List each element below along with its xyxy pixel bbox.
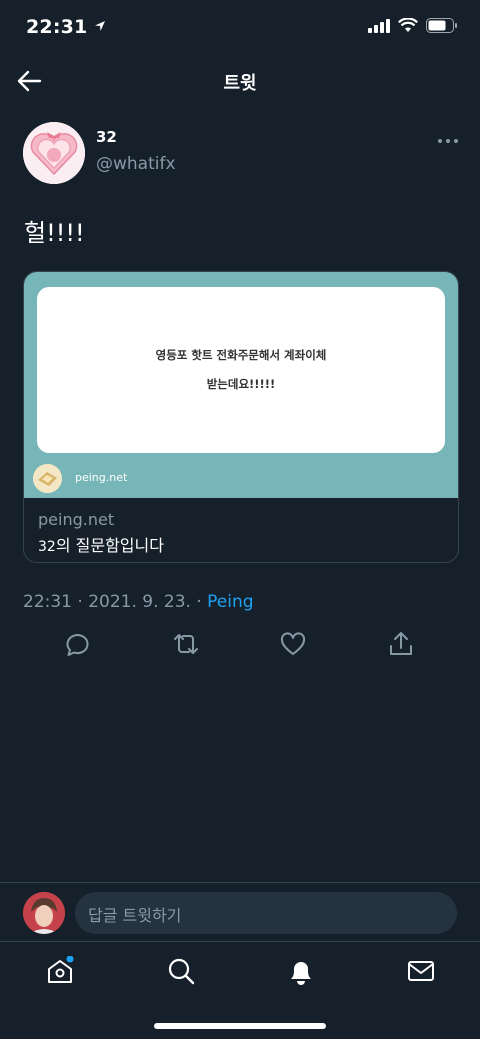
tweet-timestamp: 22:31 · 2021. 9. 23. · bbox=[23, 592, 208, 612]
reply-icon[interactable] bbox=[64, 630, 92, 658]
author-avatar[interactable] bbox=[23, 122, 85, 184]
more-icon[interactable] bbox=[437, 131, 459, 151]
signal-icon bbox=[368, 18, 390, 33]
card-question-line2: 받는데요!!!!! bbox=[206, 377, 276, 391]
author-handle[interactable]: @whatifx bbox=[96, 154, 176, 174]
card-image: 영등포 핫트 전화주문해서 계좌이체 받는데요!!!!! peing.net bbox=[24, 272, 458, 498]
retweet-icon[interactable] bbox=[172, 630, 200, 658]
reply-placeholder[interactable]: 답글 트윗하기 bbox=[88, 902, 181, 926]
location-arrow-icon bbox=[95, 21, 106, 31]
wifi-icon bbox=[398, 18, 418, 32]
battery-icon bbox=[426, 18, 457, 33]
tweet-text: 헐!!!! bbox=[24, 219, 85, 247]
card-title-rest: 의 질문함입니다 bbox=[55, 536, 164, 555]
share-icon[interactable] bbox=[387, 630, 415, 658]
card-title: 32의 질문함입니다 bbox=[38, 532, 164, 556]
author-name[interactable]: 32 bbox=[96, 128, 117, 146]
messages-icon[interactable] bbox=[406, 956, 436, 986]
status-time: 22:31 bbox=[26, 16, 106, 38]
heart-avatar-image bbox=[23, 122, 85, 184]
page-title: 트윗 bbox=[223, 73, 257, 94]
like-icon[interactable] bbox=[279, 630, 307, 658]
card-question-box: 영등포 핫트 전화주문해서 계좌이체 받는데요!!!!! bbox=[37, 287, 445, 453]
tweet-meta: 22:31 · 2021. 9. 23. · Peing bbox=[23, 592, 254, 612]
notifications-icon[interactable] bbox=[286, 956, 316, 986]
card-title-prefix: 32 bbox=[38, 539, 56, 555]
tweet-source-link[interactable]: Peing bbox=[207, 592, 253, 612]
user-avatar[interactable] bbox=[23, 892, 65, 934]
peing-logo-icon bbox=[33, 464, 62, 493]
search-icon[interactable] bbox=[166, 956, 196, 986]
link-card[interactable]: 영등포 핫트 전화주문해서 계좌이체 받는데요!!!!! peing.net p… bbox=[23, 271, 459, 563]
card-question-line1: 영등포 핫트 전화주문해서 계좌이체 bbox=[155, 348, 327, 362]
card-site-label: peing.net bbox=[75, 471, 128, 484]
status-icons bbox=[368, 18, 458, 33]
card-domain: peing.net bbox=[38, 510, 115, 529]
home-indicator bbox=[154, 1023, 326, 1029]
reply-bar-divider-bottom bbox=[0, 941, 480, 942]
reply-bar-divider-top bbox=[0, 882, 480, 883]
home-icon[interactable] bbox=[45, 956, 75, 986]
